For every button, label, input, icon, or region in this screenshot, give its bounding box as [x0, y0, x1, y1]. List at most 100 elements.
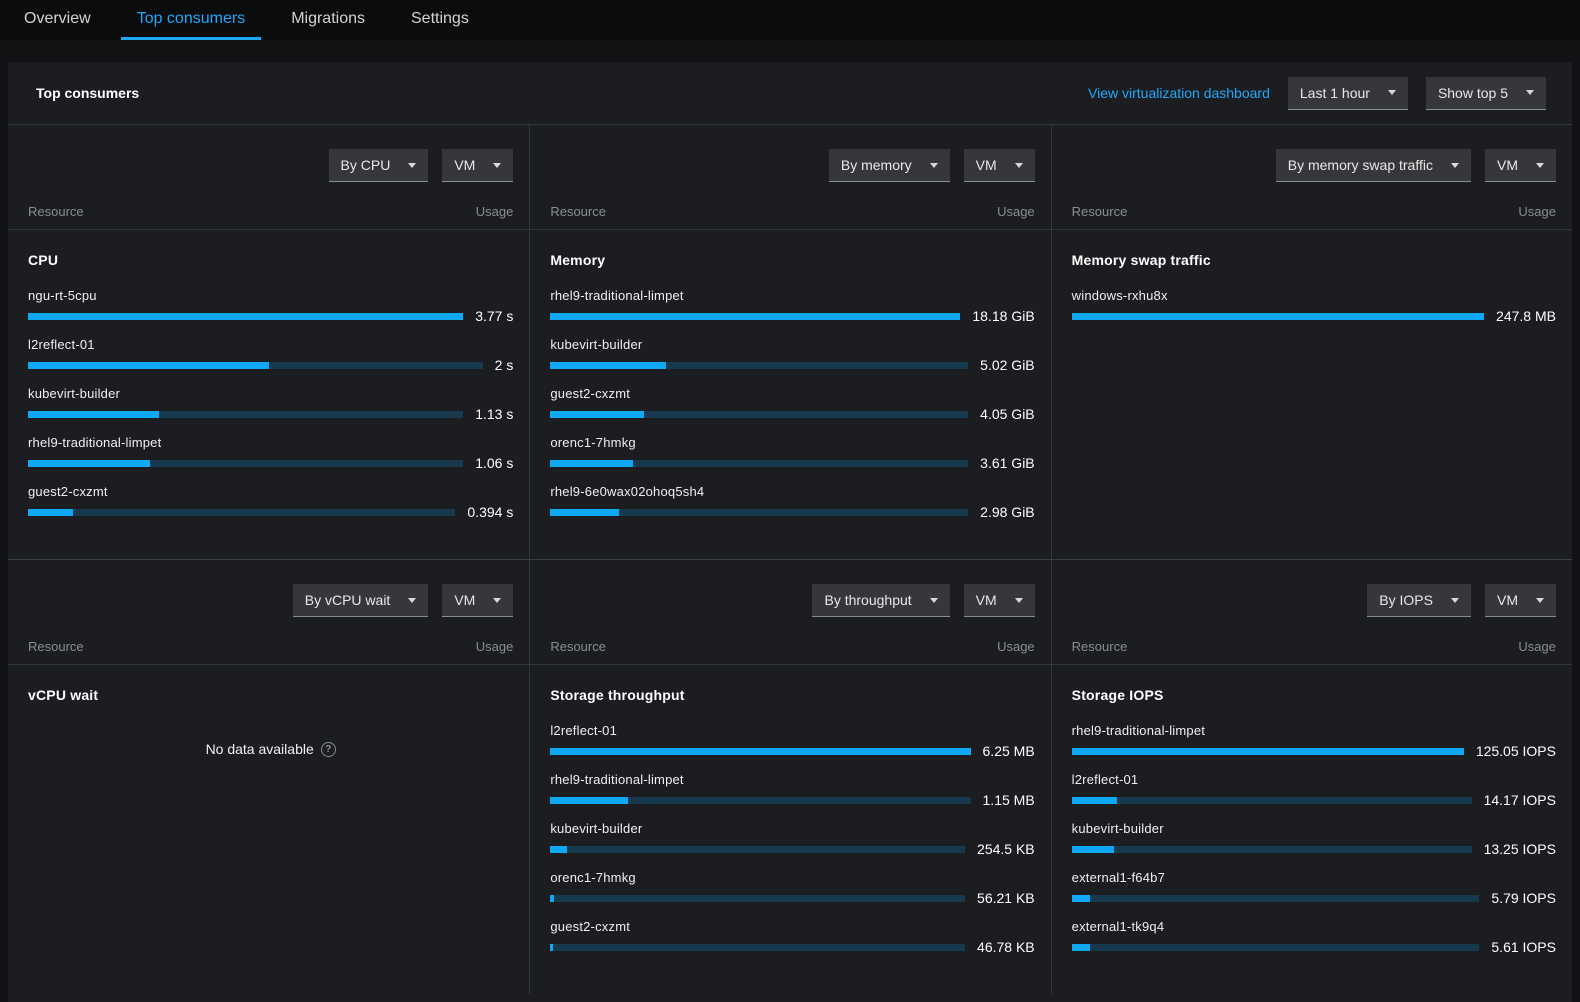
panel-vcpu-wait-column-headers: Resource Usage: [8, 617, 529, 665]
view-virtualization-dashboard-link[interactable]: View virtualization dashboard: [1088, 85, 1270, 101]
panel-storage-iops: By IOPSVMResourceUsageStorage IOPSrhel9-…: [1051, 560, 1572, 994]
panel-vcpu-wait-title: vCPU wait: [28, 687, 513, 703]
usage-bar-fill: [1072, 895, 1091, 902]
show-top-select-value: Show top 5: [1438, 85, 1508, 101]
usage-value: 125.05 IOPS: [1476, 743, 1556, 759]
consumer-usage: 2.98 GiB: [550, 504, 1034, 520]
usage-value: 18.18 GiB: [972, 308, 1034, 324]
consumer-row: rhel9-traditional-limpet1.15 MB: [550, 772, 1034, 808]
consumer-usage: 254.5 KB: [550, 841, 1034, 857]
grid-row-1: By CPUVMResourceUsageCPUngu-rt-5cpu3.77 …: [8, 125, 1572, 559]
panel-cpu-body: CPUngu-rt-5cpu3.77 sl2reflect-012 skubev…: [8, 230, 529, 559]
usage-bar-track: [1072, 895, 1480, 902]
vcpu-wait-metric-select[interactable]: By vCPU wait: [293, 584, 429, 617]
usage-bar-fill: [550, 846, 567, 853]
memory-swap-traffic-vm-select-value: VM: [1497, 157, 1518, 173]
no-data-available-text: No data available: [206, 741, 314, 757]
tab-bar: Overview Top consumers Migrations Settin…: [0, 0, 1580, 40]
usage-value: 1.15 MB: [983, 792, 1035, 808]
no-data-available-message: No data available?: [28, 741, 513, 757]
caret-down-icon: [1536, 163, 1544, 168]
panel-memory-swap-traffic-selects: By memory swap traffic VM: [1052, 125, 1572, 182]
question-circle-icon[interactable]: ?: [321, 742, 336, 757]
usage-bar-track: [550, 509, 968, 516]
cpu-metric-select[interactable]: By CPU: [329, 149, 429, 182]
resource-column-header: Resource: [28, 204, 84, 219]
card-title: Top consumers: [36, 85, 139, 101]
panel-storage-throughput-column-headers: ResourceUsage: [530, 617, 1050, 665]
vcpu-wait-vm-select[interactable]: VM: [442, 584, 513, 617]
usage-value: 3.77 s: [475, 308, 513, 324]
usage-value: 2.98 GiB: [980, 504, 1034, 520]
usage-value: 6.25 MB: [983, 743, 1035, 759]
consumer-name: rhel9-traditional-limpet: [550, 288, 1034, 303]
usage-bar-track: [550, 411, 968, 418]
usage-bar-fill: [28, 460, 150, 467]
consumer-name: orenc1-7hmkg: [550, 870, 1034, 885]
usage-bar-fill: [550, 895, 554, 902]
consumer-usage: 46.78 KB: [550, 939, 1034, 955]
show-top-select[interactable]: Show top 5: [1426, 77, 1546, 110]
tab-top-consumers[interactable]: Top consumers: [121, 0, 262, 40]
cpu-vm-select[interactable]: VM: [442, 149, 513, 182]
consumer-name: l2reflect-01: [28, 337, 513, 352]
consumer-row: rhel9-traditional-limpet1.06 s: [28, 435, 513, 471]
memory-swap-traffic-vm-select[interactable]: VM: [1485, 149, 1556, 182]
vcpu-wait-metric-select-value: By vCPU wait: [305, 592, 391, 608]
usage-bar-track: [28, 509, 455, 516]
caret-down-icon: [408, 163, 416, 168]
memory-vm-select-value: VM: [976, 157, 997, 173]
card-header: Top consumers View virtualization dashbo…: [8, 62, 1572, 125]
usage-bar-track: [550, 895, 965, 902]
consumer-usage: 18.18 GiB: [550, 308, 1034, 324]
tab-settings[interactable]: Settings: [395, 0, 485, 40]
tab-migrations[interactable]: Migrations: [275, 0, 381, 40]
panel-cpu-title: CPU: [28, 252, 513, 268]
storage-throughput-vm-select[interactable]: VM: [964, 584, 1035, 617]
panel-storage-throughput-body: Storage throughputl2reflect-016.25 MBrhe…: [530, 665, 1050, 994]
usage-bar-track: [28, 411, 463, 418]
panel-vcpu-wait-body: vCPU wait No data available?: [8, 665, 529, 783]
consumer-name: l2reflect-01: [1072, 772, 1556, 787]
consumer-name: guest2-cxzmt: [550, 386, 1034, 401]
usage-bar-fill: [550, 460, 633, 467]
consumer-row: guest2-cxzmt46.78 KB: [550, 919, 1034, 955]
caret-down-icon: [1451, 163, 1459, 168]
resource-column-header: Resource: [550, 204, 606, 219]
consumer-usage: 6.25 MB: [550, 743, 1034, 759]
usage-bar-track: [1072, 748, 1464, 755]
storage-throughput-metric-select[interactable]: By throughput: [812, 584, 949, 617]
usage-bar-track: [1072, 797, 1472, 804]
resource-column-header: Resource: [550, 639, 606, 654]
usage-value: 13.25 IOPS: [1484, 841, 1556, 857]
consumer-usage: 247.8 MB: [1072, 308, 1556, 324]
panel-storage-iops-column-headers: ResourceUsage: [1052, 617, 1572, 665]
consumer-row: orenc1-7hmkg3.61 GiB: [550, 435, 1034, 471]
consumer-row: rhel9-traditional-limpet 18.18 GiB: [550, 288, 1034, 324]
usage-value: 2 s: [495, 357, 514, 373]
usage-bar-fill: [550, 797, 627, 804]
memory-swap-traffic-metric-select[interactable]: By memory swap traffic: [1276, 149, 1471, 182]
resource-column-header: Resource: [1072, 204, 1128, 219]
panel-memory: By memoryVMResourceUsageMemoryrhel9-trad…: [529, 125, 1050, 559]
usage-bar-fill: [1072, 313, 1484, 320]
usage-column-header: Usage: [476, 639, 514, 654]
consumer-usage: 1.06 s: [28, 455, 513, 471]
usage-column-header: Usage: [1518, 204, 1556, 219]
caret-down-icon: [1015, 598, 1023, 603]
time-range-select[interactable]: Last 1 hour: [1288, 77, 1408, 110]
resource-column-header: Resource: [28, 639, 84, 654]
top-consumers-card: Top consumers View virtualization dashbo…: [8, 62, 1572, 1002]
memory-metric-select[interactable]: By memory: [829, 149, 950, 182]
caret-down-icon: [1015, 163, 1023, 168]
consumer-usage: 13.25 IOPS: [1072, 841, 1556, 857]
usage-bar-track: [550, 797, 970, 804]
consumer-row: l2reflect-016.25 MB: [550, 723, 1034, 759]
storage-iops-vm-select[interactable]: VM: [1485, 584, 1556, 617]
consumer-usage: 14.17 IOPS: [1072, 792, 1556, 808]
consumer-row: kubevirt-builder1.13 s: [28, 386, 513, 422]
memory-vm-select[interactable]: VM: [964, 149, 1035, 182]
storage-iops-metric-select[interactable]: By IOPS: [1367, 584, 1471, 617]
usage-bar-track: [550, 944, 965, 951]
tab-overview[interactable]: Overview: [8, 0, 107, 40]
